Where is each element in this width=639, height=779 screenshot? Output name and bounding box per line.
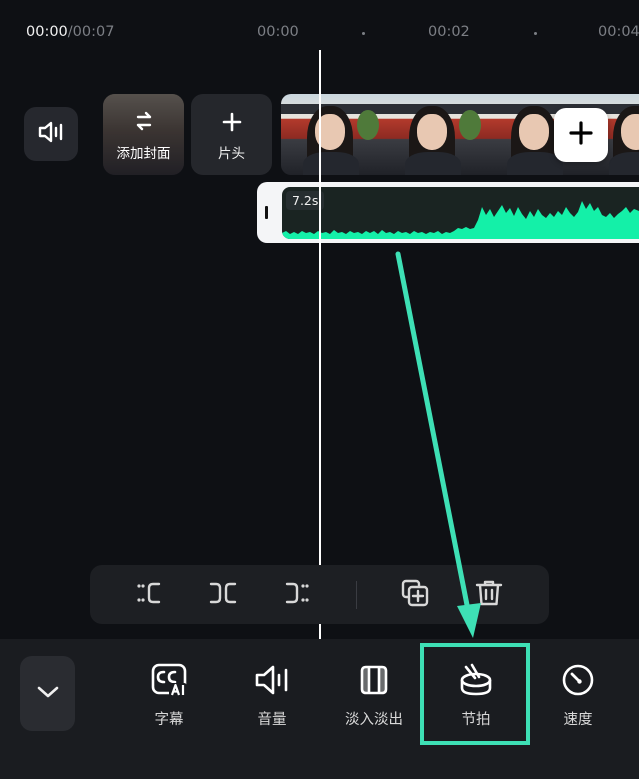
time-tick: 00:00 <box>257 24 299 40</box>
speed-tool-button[interactable]: 速度 <box>533 662 623 732</box>
swap-arrows-icon <box>135 110 153 136</box>
clip-edit-toolbar <box>90 565 549 624</box>
speed-tool-label: 速度 <box>563 712 593 728</box>
current-time-value: 00:00 <box>26 24 68 40</box>
delete-button[interactable] <box>473 579 505 611</box>
volume-tool-button[interactable]: 音量 <box>227 662 317 732</box>
video-frame-thumbnail <box>383 94 485 175</box>
current-time: 00:00/00:07 <box>26 24 114 40</box>
duplicate-button[interactable] <box>399 579 431 611</box>
mute-button[interactable] <box>24 107 78 161</box>
duplicate-icon <box>400 578 430 612</box>
fade-tool-label: 淡入淡出 <box>345 712 403 728</box>
subtitle-tool-button[interactable]: 字幕 <box>124 662 214 732</box>
speaker-volume-icon <box>38 121 64 147</box>
audio-trim-handle[interactable] <box>265 206 268 219</box>
playhead[interactable] <box>319 50 321 639</box>
speaker-volume-icon <box>254 662 290 698</box>
trim-left-icon <box>133 581 163 609</box>
audio-waveform <box>282 187 639 239</box>
plus-icon <box>222 112 242 136</box>
split-icon <box>208 581 238 609</box>
intro-label: 片头 <box>218 146 245 162</box>
plus-icon <box>569 121 593 149</box>
time-tick-dot <box>534 32 537 35</box>
trash-icon <box>474 578 504 612</box>
video-frame-thumbnail <box>281 94 383 175</box>
add-intro-button[interactable]: 片头 <box>191 94 272 175</box>
add-cover-button[interactable]: 添加封面 <box>103 94 184 175</box>
total-time: /00:07 <box>67 24 115 40</box>
collapse-panel-button[interactable] <box>20 656 75 731</box>
volume-tool-label: 音量 <box>257 712 287 728</box>
split-button[interactable] <box>207 579 239 611</box>
add-clip-button[interactable] <box>554 108 608 162</box>
toolbar-divider <box>356 581 357 609</box>
trim-left-button[interactable] <box>132 579 164 611</box>
speed-gauge-icon <box>560 662 596 698</box>
trim-right-button[interactable] <box>282 579 314 611</box>
time-tick: 00:02 <box>428 24 470 40</box>
highlight-box <box>420 643 530 745</box>
chevron-down-icon <box>36 684 60 703</box>
time-tick-dot <box>362 32 365 35</box>
add-cover-label: 添加封面 <box>116 146 171 162</box>
fade-icon <box>356 662 392 698</box>
time-tick: 00:04 <box>598 24 639 40</box>
trim-right-icon <box>283 581 313 609</box>
subtitle-tool-label: 字幕 <box>154 712 184 728</box>
fade-tool-button[interactable]: 淡入淡出 <box>329 662 419 732</box>
cc-ai-icon <box>151 662 187 698</box>
